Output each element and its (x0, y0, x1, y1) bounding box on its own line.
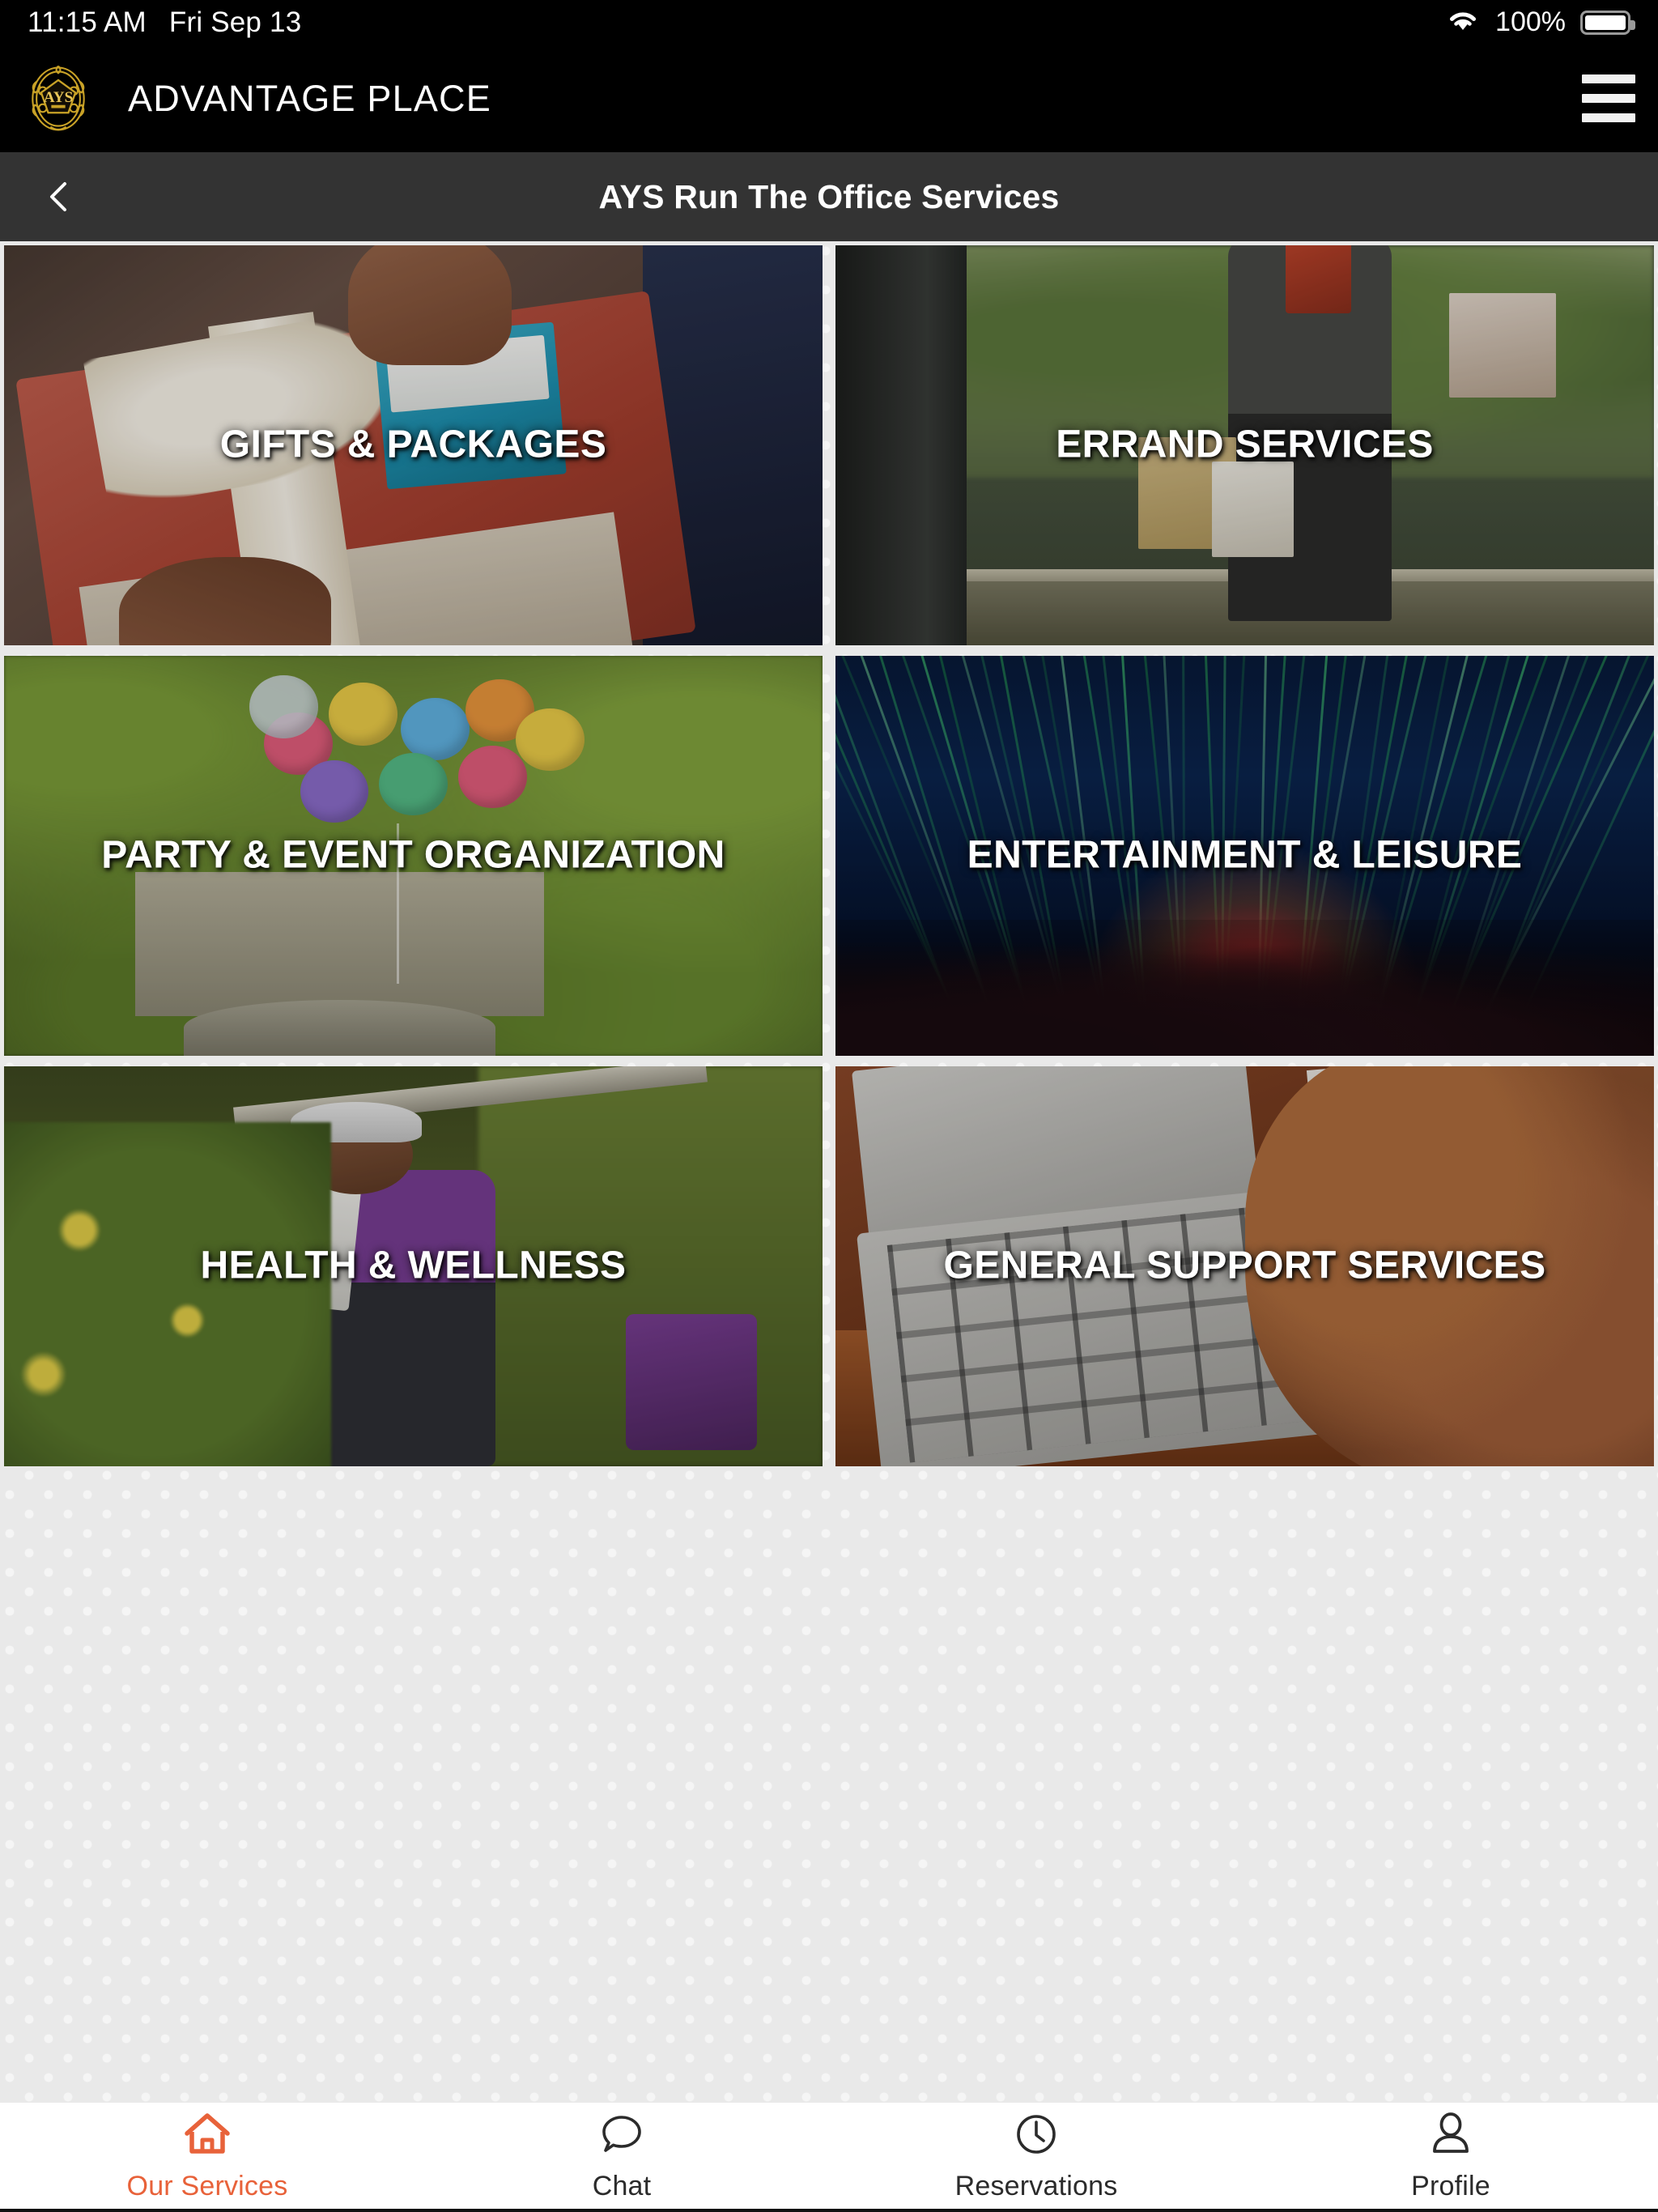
status-bar-left: 11:15 AM Fri Sep 13 (28, 6, 301, 39)
service-tile-gifts-and-packages[interactable]: GIFTS & PACKAGES (4, 245, 823, 645)
tab-label: Reservations (954, 2171, 1118, 2201)
home-icon (182, 2109, 232, 2159)
app-header: AYS ADVANTAGE PLACE (0, 45, 1658, 152)
bottom-tab-bar: Our Services Chat Reservations Profile (0, 2103, 1658, 2212)
service-tile-errand-services[interactable]: ERRAND SERVICES (835, 245, 1654, 645)
service-tile-party-and-event-organization[interactable]: PARTY & EVENT ORGANIZATION (4, 656, 823, 1056)
tile-label: ENTERTAINMENT & LEISURE (967, 833, 1523, 877)
status-date: Fri Sep 13 (168, 6, 302, 38)
tile-label: HEALTH & WELLNESS (200, 1244, 627, 1287)
tab-profile[interactable]: Profile (1244, 2103, 1658, 2209)
service-tile-health-and-wellness[interactable]: HEALTH & WELLNESS (4, 1066, 823, 1466)
status-bar: 11:15 AM Fri Sep 13 100% (0, 0, 1658, 45)
ays-crest-logo[interactable]: AYS (19, 60, 97, 138)
status-time: 11:15 AM (28, 6, 147, 38)
tile-label: ERRAND SERVICES (1056, 423, 1434, 466)
service-tile-general-support-services[interactable]: GENERAL SUPPORT SERVICES (835, 1066, 1654, 1466)
tab-chat[interactable]: Chat (414, 2103, 829, 2209)
page-title: AYS Run The Office Services (598, 177, 1060, 215)
brand-title: ADVANTAGE PLACE (128, 77, 491, 119)
wifi-icon (1445, 7, 1481, 37)
tab-label: Our Services (126, 2171, 288, 2201)
chat-bubble-icon (598, 2109, 645, 2159)
tab-reservations[interactable]: Reservations (829, 2103, 1244, 2209)
svg-text:AYS: AYS (44, 88, 74, 105)
tab-label: Chat (592, 2171, 652, 2201)
tile-label: GIFTS & PACKAGES (219, 423, 607, 466)
tab-our-services[interactable]: Our Services (0, 2103, 414, 2209)
status-bar-right: 100% (1445, 6, 1635, 38)
hamburger-menu-icon[interactable] (1582, 70, 1635, 127)
tile-label: GENERAL SUPPORT SERVICES (943, 1244, 1546, 1287)
app-root: 11:15 AM Fri Sep 13 100% AYS ADVANTAGE P… (0, 0, 1658, 2212)
battery-percent: 100% (1495, 6, 1566, 37)
tab-label: Profile (1411, 2171, 1490, 2201)
person-icon (1429, 2109, 1473, 2159)
chevron-left-icon[interactable] (42, 179, 78, 215)
services-content: GIFTS & PACKAGES ERRAND SERVICES PARTY &… (0, 241, 1658, 2103)
service-tile-entertainment-and-leisure[interactable]: ENTERTAINMENT & LEISURE (835, 656, 1654, 1056)
tile-label: PARTY & EVENT ORGANIZATION (101, 833, 725, 877)
service-tile-grid: GIFTS & PACKAGES ERRAND SERVICES PARTY &… (0, 241, 1658, 1466)
page-title-bar: AYS Run The Office Services (0, 152, 1658, 241)
clock-icon (1013, 2109, 1060, 2159)
battery-full-icon (1580, 10, 1635, 35)
